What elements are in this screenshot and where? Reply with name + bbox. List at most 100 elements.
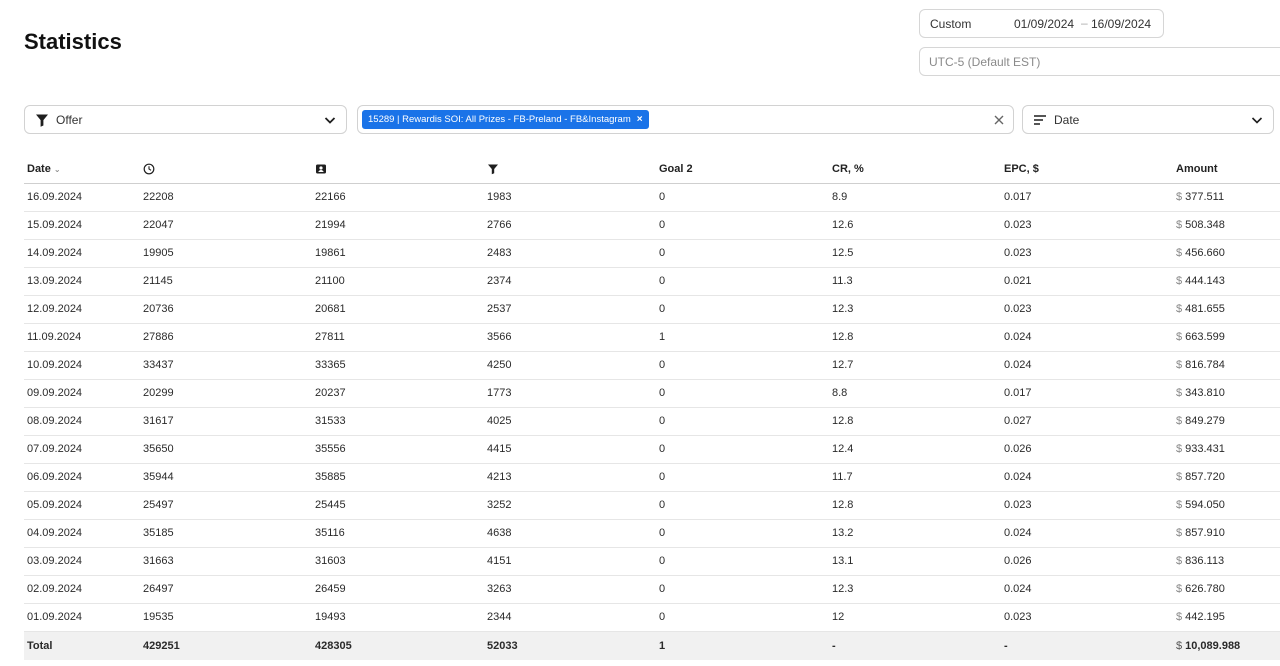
cell-cr: 12.7 (829, 351, 1001, 380)
cell-unique: 22166 (312, 183, 484, 212)
total-goal2: 1 (656, 631, 829, 660)
user-badge-icon (316, 164, 326, 174)
offer-selection-field[interactable]: 15289 | Rewardis SOI: All Prizes - FB-Pr… (357, 105, 1014, 134)
cell-unique: 26459 (312, 575, 484, 604)
clear-icon[interactable] (991, 112, 1007, 128)
cell-goal2: 0 (656, 435, 829, 464)
table-row: 16.09.2024 22208 22166 1983 0 8.9 0.017 $377.51… (24, 183, 1280, 212)
date-range-picker[interactable]: Custom 01/09/2024 – 16/09/2024 (919, 9, 1164, 38)
cell-cr: 12.8 (829, 491, 1001, 520)
cell-clicks: 27886 (140, 323, 312, 352)
table-row: 04.09.2024 35185 35116 4638 0 13.2 0.024 $857.9… (24, 519, 1280, 548)
timezone-value: UTC-5 (Default EST) (929, 55, 1041, 69)
cell-epc: 0.021 (1001, 267, 1173, 296)
cell-goal2: 0 (656, 183, 829, 212)
cell-date: 02.09.2024 (24, 575, 140, 604)
header-date[interactable]: Date ⌄ (24, 155, 140, 184)
cell-amount: $456.660 (1173, 239, 1280, 268)
cell-amount: $626.780 (1173, 575, 1280, 604)
cell-goal2: 0 (656, 603, 829, 632)
cell-epc: 0.026 (1001, 547, 1173, 576)
header-clicks[interactable] (140, 155, 312, 184)
cell-unique: 20681 (312, 295, 484, 324)
group-by-dropdown[interactable]: Date (1022, 105, 1274, 134)
cell-unique: 35556 (312, 435, 484, 464)
total-clicks: 429251 (140, 631, 312, 660)
cell-date: 16.09.2024 (24, 183, 140, 212)
table-row: 02.09.2024 26497 26459 3263 0 12.3 0.024 $626.7… (24, 575, 1280, 604)
cell-cr: 8.8 (829, 379, 1001, 408)
chip-remove-button[interactable]: × (637, 114, 643, 125)
cell-amount: $594.050 (1173, 491, 1280, 520)
cell-conv: 2537 (484, 295, 656, 324)
cell-conv: 4638 (484, 519, 656, 548)
table-row: 05.09.2024 25497 25445 3252 0 12.8 0.023 $594.0… (24, 491, 1280, 520)
cell-goal2: 0 (656, 295, 829, 324)
cell-goal2: 0 (656, 267, 829, 296)
cell-cr: 11.3 (829, 267, 1001, 296)
cell-conv: 4025 (484, 407, 656, 436)
header-amount[interactable]: Amount (1173, 155, 1280, 184)
cell-epc: 0.024 (1001, 463, 1173, 492)
group-by-label: Date (1054, 113, 1080, 127)
page-title: Statistics (24, 29, 122, 54)
cell-amount: $663.599 (1173, 323, 1280, 352)
cell-goal2: 0 (656, 547, 829, 576)
total-cr: - (829, 631, 1001, 660)
cell-unique: 31603 (312, 547, 484, 576)
cell-epc: 0.024 (1001, 323, 1173, 352)
cell-date: 11.09.2024 (24, 323, 140, 352)
table-row: 14.09.2024 19905 19861 2483 0 12.5 0.023 $456.6… (24, 239, 1280, 268)
table-row: 13.09.2024 21145 21100 2374 0 11.3 0.021 $444.1… (24, 267, 1280, 296)
cell-epc: 0.023 (1001, 295, 1173, 324)
cell-conv: 2344 (484, 603, 656, 632)
cell-cr: 12 (829, 603, 1001, 632)
cell-conv: 2374 (484, 267, 656, 296)
header-conversions[interactable] (484, 155, 656, 184)
header-goal2[interactable]: Goal 2 (656, 155, 829, 184)
cell-clicks: 19905 (140, 239, 312, 268)
timezone-select[interactable]: UTC-5 (Default EST) (919, 47, 1280, 76)
header-unique[interactable] (312, 155, 484, 184)
currency-symbol: $ (1176, 611, 1183, 623)
table-row: 08.09.2024 31617 31533 4025 0 12.8 0.027 $849.2… (24, 407, 1280, 436)
cell-clicks: 25497 (140, 491, 312, 520)
cell-cr: 12.6 (829, 211, 1001, 240)
cell-unique: 27811 (312, 323, 484, 352)
chip-label: 15289 | Rewardis SOI: All Prizes - FB-Pr… (368, 114, 631, 125)
cell-date: 15.09.2024 (24, 211, 140, 240)
table-row: 03.09.2024 31663 31603 4151 0 13.1 0.026 $836.1… (24, 547, 1280, 576)
cell-conv: 4250 (484, 351, 656, 380)
cell-cr: 12.4 (829, 435, 1001, 464)
cell-unique: 21994 (312, 211, 484, 240)
cell-conv: 4415 (484, 435, 656, 464)
cell-conv: 4213 (484, 463, 656, 492)
date-to[interactable]: 16/09/2024 (1091, 17, 1151, 31)
cell-date: 07.09.2024 (24, 435, 140, 464)
cell-amount: $481.655 (1173, 295, 1280, 324)
cell-clicks: 20299 (140, 379, 312, 408)
cell-amount: $836.113 (1173, 547, 1280, 576)
currency-symbol: $ (1176, 359, 1183, 371)
offer-filter-dropdown[interactable]: Offer (24, 105, 347, 134)
date-from[interactable]: 01/09/2024 (1014, 17, 1074, 31)
cell-date: 14.09.2024 (24, 239, 140, 268)
header-epc[interactable]: EPC, $ (1001, 155, 1173, 184)
total-amount: $10,089.988 (1173, 631, 1280, 660)
total-epc: - (1001, 631, 1173, 660)
cell-clicks: 35944 (140, 463, 312, 492)
table-row: 09.09.2024 20299 20237 1773 0 8.8 0.017 $343.81… (24, 379, 1280, 408)
cell-epc: 0.024 (1001, 351, 1173, 380)
sort-caret-icon: ⌄ (53, 164, 61, 174)
cell-goal2: 0 (656, 407, 829, 436)
cell-epc: 0.024 (1001, 575, 1173, 604)
table-row: 11.09.2024 27886 27811 3566 1 12.8 0.024 $663.5… (24, 323, 1280, 352)
currency-symbol: $ (1176, 219, 1183, 231)
offer-filter-label: Offer (56, 113, 83, 127)
currency-symbol: $ (1176, 555, 1183, 567)
date-separator: – (1081, 16, 1088, 30)
cell-cr: 12.8 (829, 323, 1001, 352)
header-cr[interactable]: CR, % (829, 155, 1001, 184)
currency-symbol: $ (1176, 387, 1183, 399)
date-preset[interactable]: Custom (930, 17, 971, 31)
